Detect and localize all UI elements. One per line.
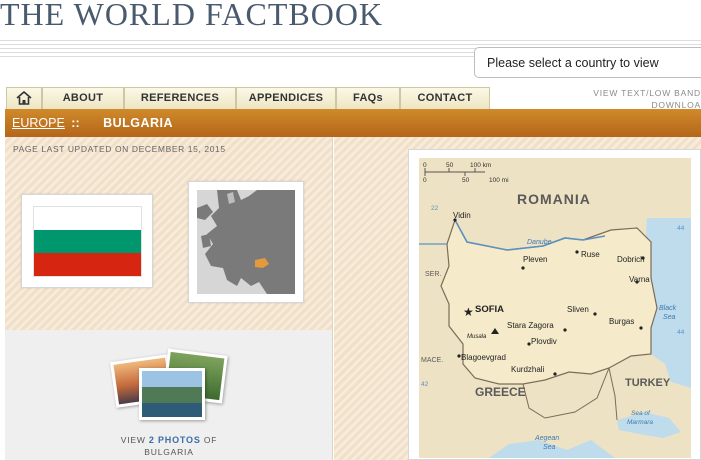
svg-text:Burgas: Burgas [609, 317, 634, 326]
bulgaria-map: 0 50 100 km 0 50 100 mi 22 44 44 42 ROMA… [419, 158, 691, 458]
flag-thumbnail[interactable] [21, 194, 153, 288]
flag-stripe-green [34, 229, 141, 253]
tab-appendices[interactable]: APPENDICES [236, 87, 336, 109]
svg-text:Sea of: Sea of [631, 410, 651, 417]
svg-text:GREECE: GREECE [475, 385, 526, 399]
page-updated-date: PAGE LAST UPDATED ON DECEMBER 15, 2015 [13, 144, 226, 154]
svg-text:Musala: Musala [467, 334, 487, 340]
europe-locator-map [197, 190, 295, 294]
svg-text:0: 0 [423, 177, 427, 184]
tab-faqs[interactable]: FAQs [336, 87, 400, 109]
breadcrumb-region-link[interactable]: EUROPE [12, 116, 65, 130]
factbook-page: THE WORLD FACTBOOK Please select a count… [0, 0, 701, 460]
svg-text:44: 44 [677, 329, 685, 336]
site-logo[interactable]: THE WORLD FACTBOOK [0, 0, 383, 32]
svg-text:Sea: Sea [543, 444, 556, 451]
svg-text:50: 50 [462, 177, 470, 184]
svg-text:Sea: Sea [663, 314, 676, 321]
locator-map-thumbnail[interactable] [188, 181, 304, 303]
tab-contact[interactable]: CONTACT [400, 87, 490, 109]
svg-text:Marmara: Marmara [627, 419, 653, 426]
label-romania: ROMANIA [517, 191, 591, 207]
country-images-panel: PAGE LAST UPDATED ON DECEMBER 15, 2015 [5, 137, 333, 330]
capital-star-icon: ★ [463, 305, 474, 319]
svg-text:Kurdzhali: Kurdzhali [511, 365, 545, 374]
country-map-panel: 0 50 100 km 0 50 100 mi 22 44 44 42 ROMA… [334, 137, 701, 460]
svg-text:Ruse: Ruse [581, 250, 600, 259]
svg-text:44: 44 [677, 225, 685, 232]
breadcrumb: EUROPE :: BULGARIA [5, 109, 701, 137]
tab-references[interactable]: REFERENCES [124, 87, 236, 109]
flag-stripe-white [34, 207, 141, 230]
bulgaria-flag [33, 206, 142, 277]
svg-text:TURKEY: TURKEY [625, 377, 671, 389]
photo-stack[interactable] [110, 348, 231, 427]
svg-text:Plovdiv: Plovdiv [531, 337, 557, 346]
svg-text:42: 42 [421, 381, 429, 388]
breadcrumb-separator: :: [71, 116, 80, 130]
svg-text:100 km: 100 km [470, 162, 491, 169]
svg-text:Stara Zagora: Stara Zagora [507, 321, 554, 330]
svg-text:SOFIA: SOFIA [475, 304, 504, 315]
tab-home[interactable] [6, 87, 42, 109]
svg-text:SER.: SER. [425, 271, 441, 278]
svg-text:Danube: Danube [527, 239, 552, 246]
tab-about[interactable]: ABOUT [42, 87, 124, 109]
home-icon [16, 90, 32, 105]
photos-panel: VIEW 2 PHOTOS OF BULGARIA [5, 330, 333, 460]
svg-text:Dobrich: Dobrich [617, 255, 645, 264]
breadcrumb-country: BULGARIA [103, 116, 174, 130]
view-photos-link[interactable]: VIEW 2 PHOTOS OF BULGARIA [5, 434, 333, 458]
svg-text:Varna: Varna [629, 275, 650, 284]
svg-text:Sliven: Sliven [567, 305, 589, 314]
flag-stripe-red [34, 252, 141, 276]
svg-text:50: 50 [446, 162, 454, 169]
country-map-thumbnail[interactable]: 0 50 100 km 0 50 100 mi 22 44 44 42 ROMA… [408, 149, 701, 460]
country-select[interactable]: Please select a country to view [474, 47, 701, 78]
svg-text:Blagoevgrad: Blagoevgrad [461, 353, 506, 362]
svg-text:Vidin: Vidin [453, 211, 471, 220]
svg-text:0: 0 [423, 162, 427, 169]
svg-text:Pleven: Pleven [523, 255, 547, 264]
svg-text:Black: Black [659, 305, 677, 312]
svg-text:MACE.: MACE. [421, 357, 443, 364]
photo-thumbnail-mountains [139, 368, 205, 420]
svg-text:22: 22 [431, 205, 439, 212]
svg-text:100 mi: 100 mi [489, 177, 509, 184]
svg-text:Aegean: Aegean [534, 435, 559, 442]
view-text-low-bandwidth-link[interactable]: VIEW TEXT/LOW BAND DOWNLOA [560, 87, 701, 111]
